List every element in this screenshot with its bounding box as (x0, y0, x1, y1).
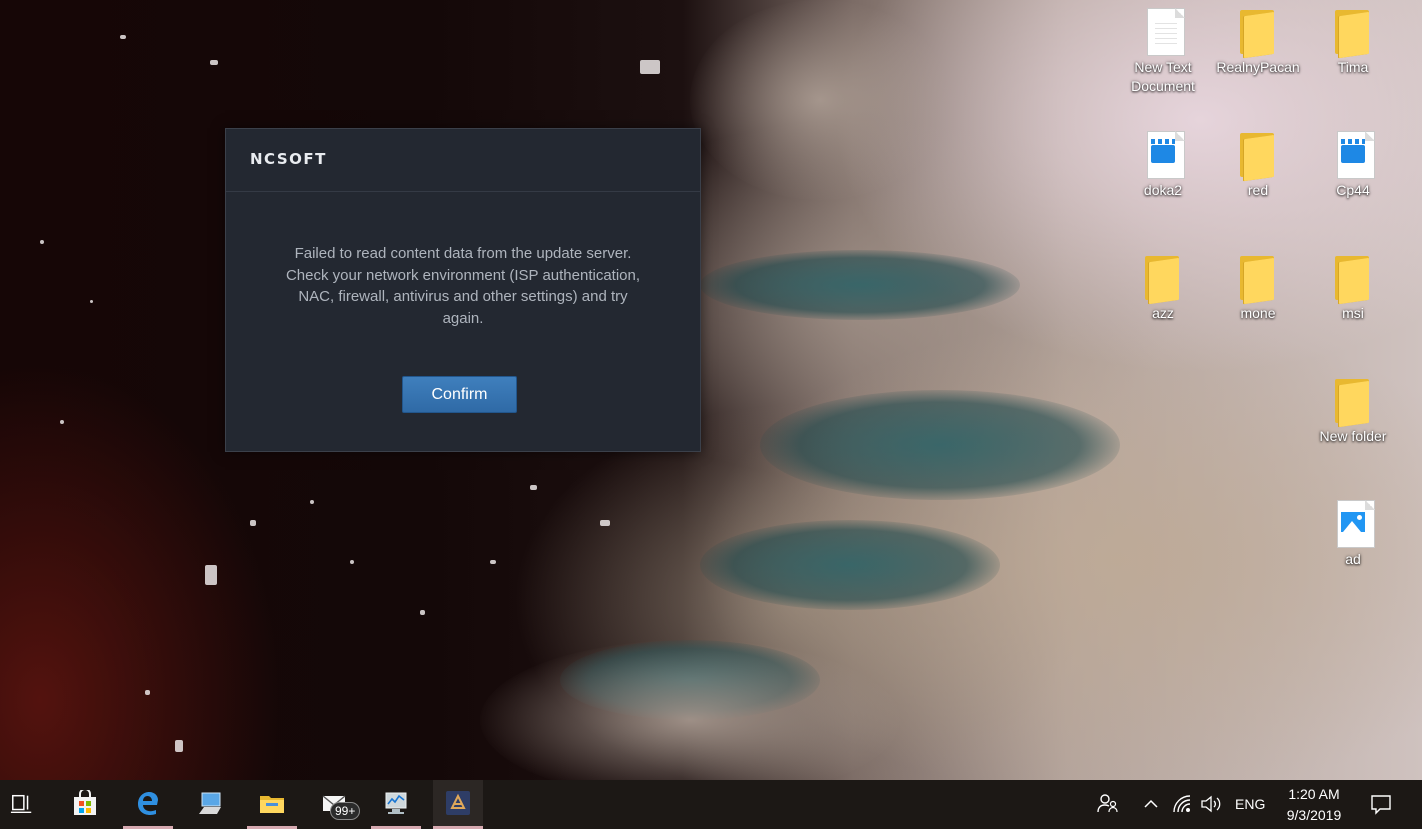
desktop-icon-azz[interactable]: azz (1118, 250, 1208, 323)
folder-icon (1234, 250, 1282, 305)
taskbar-microsoft-store[interactable] (60, 780, 110, 829)
desktop-icon-msi[interactable]: msi (1308, 250, 1398, 323)
ncsoft-logo: NCSOFT (250, 150, 327, 168)
desktop-icon-ad[interactable]: ad (1308, 496, 1398, 569)
clock-time: 1:20 AM (1288, 786, 1340, 802)
folder-icon (1329, 4, 1377, 59)
desktop-icon-label: RealnyPacan (1216, 59, 1300, 75)
wifi-icon[interactable] (1172, 794, 1192, 814)
desktop-icon-label: azz (1152, 305, 1174, 321)
taskbar-file-explorer[interactable] (247, 780, 297, 829)
desktop-icon-doka2[interactable]: doka2 (1118, 127, 1208, 200)
folder-icon (1329, 250, 1377, 305)
microsoft-store-icon (74, 790, 96, 815)
folder-icon (1234, 127, 1282, 182)
video-file-icon (1139, 127, 1187, 179)
desktop-icon-realnypacan[interactable]: RealnyPacan (1213, 4, 1303, 77)
image-file-icon (1329, 496, 1377, 548)
clock-date: 9/3/2019 (1286, 807, 1342, 823)
volume-icon[interactable] (1200, 794, 1222, 814)
desktop-icon-label: doka2 (1143, 182, 1183, 198)
folder-icon (1234, 4, 1282, 59)
people-icon[interactable] (1096, 792, 1118, 814)
action-center-notification-icon[interactable] (1370, 793, 1392, 815)
launcher-app-icon (446, 791, 470, 815)
file-explorer-icon (260, 796, 284, 813)
desktop-icon-red[interactable]: red (1213, 127, 1303, 200)
taskbar-clock[interactable]: 1:20 AM 9/3/2019 (1268, 784, 1360, 826)
input-language[interactable]: ENG (1235, 796, 1265, 812)
mail-unread-badge: 99+ (330, 802, 361, 820)
dialog-header[interactable]: NCSOFT (226, 129, 700, 192)
taskbar-this-pc[interactable] (185, 780, 235, 829)
show-hidden-icons-chevron-up-icon[interactable] (1143, 796, 1159, 812)
desktop-icon-tima[interactable]: Tima (1308, 4, 1398, 77)
folder-icon (1139, 250, 1187, 305)
video-file-icon (1329, 127, 1377, 179)
task-view-button[interactable] (0, 780, 46, 829)
task-view-icon (10, 794, 32, 814)
error-dialog: NCSOFT Failed to read content data from … (225, 128, 701, 452)
edge-icon (138, 792, 158, 815)
desktop-icon-label: red (1247, 182, 1269, 198)
error-message: Failed to read content data from the upd… (285, 245, 641, 327)
desktop-icon-mone[interactable]: mone (1213, 250, 1303, 323)
system-monitor-icon (385, 792, 407, 814)
desktop-icon-new-text-document[interactable]: New Text Document (1118, 4, 1208, 96)
desktop-icon-label: mone (1240, 305, 1276, 321)
folder-icon (1329, 373, 1377, 428)
desktop-icon-label: Cp44 (1336, 182, 1370, 198)
desktop-icon-new-folder[interactable]: New folder (1308, 373, 1398, 446)
desktop-icon-label: msi (1342, 305, 1364, 321)
desktop-icon-label: Tima (1337, 59, 1369, 75)
confirm-button[interactable]: Confirm (402, 376, 517, 413)
this-pc-icon (199, 792, 221, 814)
desktop-icon-cp44[interactable]: Cp44 (1308, 127, 1398, 200)
taskbar-launcher-app[interactable] (433, 780, 483, 829)
desktop-icon-label: New folder (1319, 428, 1387, 444)
desktop-wallpaper (0, 0, 1422, 780)
desktop-icon-label: New Text Document (1131, 59, 1195, 94)
taskbar-edge[interactable] (123, 780, 173, 829)
desktop-icon-label: ad (1345, 551, 1361, 567)
taskbar-system-monitor[interactable] (371, 780, 421, 829)
